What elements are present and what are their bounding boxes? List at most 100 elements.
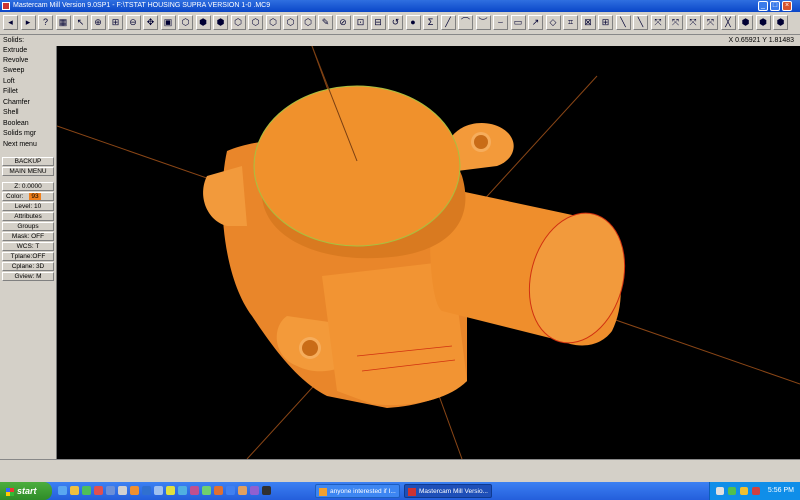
maximize-button[interactable]: □: [770, 1, 780, 11]
mask-button[interactable]: Mask: OFF: [2, 232, 54, 241]
backup-button[interactable]: BACKUP: [2, 157, 54, 166]
zoom-in-icon[interactable]: ⊕: [90, 15, 106, 30]
task-browser[interactable]: anyone interested if I...: [315, 484, 400, 498]
quicklaunch-icon[interactable]: [202, 486, 211, 495]
menu-item-fillet[interactable]: Fillet: [3, 87, 18, 97]
mirror-icon[interactable]: ⤧: [650, 15, 666, 30]
quicklaunch-icon[interactable]: [118, 486, 127, 495]
xform-icon[interactable]: ╲: [633, 15, 648, 30]
trim-icon[interactable]: ⌗: [563, 15, 578, 30]
quicklaunch-icon[interactable]: [226, 486, 235, 495]
rectangle-icon[interactable]: ▭: [510, 15, 526, 30]
back-arrow-icon[interactable]: ◂: [3, 15, 18, 30]
surface-icon[interactable]: ╳: [720, 15, 736, 30]
graphics-viewport[interactable]: [57, 46, 800, 459]
quicklaunch-icon[interactable]: [106, 486, 115, 495]
quicklaunch-icon[interactable]: [94, 486, 103, 495]
no-entry-icon[interactable]: ⊘: [335, 15, 351, 30]
repaint-icon[interactable]: ▣: [160, 15, 176, 30]
groups-button[interactable]: Groups: [2, 222, 54, 231]
menu-item-loft[interactable]: Loft: [3, 77, 15, 87]
tray-icon[interactable]: [728, 487, 736, 495]
tray-icon[interactable]: [716, 487, 724, 495]
zoom-arrow-icon[interactable]: ↖: [73, 15, 88, 30]
undo-icon[interactable]: ↺: [388, 15, 403, 30]
arrow-icon[interactable]: ↗: [528, 15, 543, 30]
calculator-icon[interactable]: ▦: [55, 15, 71, 30]
chamfer-icon[interactable]: ◇: [545, 15, 561, 30]
help-icon[interactable]: ?: [38, 15, 53, 30]
color-button[interactable]: Color: 93: [2, 192, 54, 201]
quicklaunch-icon[interactable]: [82, 486, 91, 495]
nurbs-icon[interactable]: ⤧: [703, 15, 718, 30]
quicklaunch-icon[interactable]: [262, 486, 271, 495]
view-iso-icon[interactable]: ⬡: [283, 15, 298, 30]
solid-box-icon[interactable]: ⬡: [178, 15, 193, 30]
scale-icon[interactable]: ⤧: [685, 15, 701, 30]
quicklaunch-icon[interactable]: [214, 486, 223, 495]
solid-cylinder-icon[interactable]: ⬢: [195, 15, 211, 30]
quicklaunch-icon[interactable]: [166, 486, 175, 495]
curve-icon[interactable]: ︶: [475, 15, 491, 30]
shade-icon[interactable]: ✎: [318, 15, 333, 30]
pan-icon[interactable]: ✥: [143, 15, 158, 30]
menu-item-shell[interactable]: Shell: [3, 108, 19, 118]
quicklaunch-icon[interactable]: [154, 486, 163, 495]
arc-icon[interactable]: ⌒: [458, 15, 473, 30]
command-prompt-area[interactable]: [0, 459, 800, 483]
break-icon[interactable]: ⊠: [580, 15, 596, 30]
rotate-icon[interactable]: ⤧: [668, 15, 683, 30]
quicklaunch-icon[interactable]: [70, 486, 79, 495]
view-top-icon[interactable]: ⬡: [248, 15, 263, 30]
quicklaunch-icon[interactable]: [130, 486, 139, 495]
task-label: Mastercam Mill Versio...: [419, 488, 488, 495]
zoom-out-icon[interactable]: ⊖: [125, 15, 141, 30]
start-button[interactable]: start: [0, 482, 52, 500]
view-front-icon[interactable]: ⬡: [230, 15, 246, 30]
wcs-button[interactable]: WCS: T: [2, 242, 54, 251]
task-mastercam[interactable]: Mastercam Mill Versio...: [404, 484, 492, 498]
main-menu-button[interactable]: MAIN MENU: [2, 167, 54, 176]
minimize-button[interactable]: _: [758, 1, 768, 11]
fillet-surface-icon[interactable]: ⬢: [755, 15, 771, 30]
menu-item-boolean[interactable]: Boolean: [3, 119, 29, 129]
menu-item-solids-mgr[interactable]: Solids mgr: [3, 129, 36, 139]
menu-item-extrude[interactable]: Extrude: [3, 46, 27, 56]
forward-arrow-icon[interactable]: ▸: [20, 15, 36, 30]
tplane-button[interactable]: Tplane:OFF: [2, 252, 54, 261]
tray-icon[interactable]: [752, 487, 760, 495]
quicklaunch-icon[interactable]: [178, 486, 187, 495]
extend-icon[interactable]: ⊞: [598, 15, 613, 30]
menu-item-sweep[interactable]: Sweep: [3, 66, 24, 76]
menu-item-revolve[interactable]: Revolve: [3, 56, 28, 66]
spline-icon[interactable]: ⌣: [493, 15, 508, 30]
divide-icon[interactable]: ╲: [615, 15, 631, 30]
gview-button[interactable]: Gview: M: [2, 272, 54, 281]
cplane-button[interactable]: Cplane: 3D: [2, 262, 54, 271]
quicklaunch-icon[interactable]: [190, 486, 199, 495]
solid-sphere-icon[interactable]: ⬢: [213, 15, 228, 30]
transform-icon[interactable]: ⊟: [370, 15, 386, 30]
line-icon[interactable]: ╱: [440, 15, 456, 30]
sigma-icon[interactable]: Σ: [423, 15, 438, 30]
menu-item-next-menu[interactable]: Next menu: [3, 140, 37, 150]
zoom-window-icon[interactable]: ⊞: [108, 15, 123, 30]
quicklaunch-icon[interactable]: [250, 486, 259, 495]
view-3d-icon[interactable]: ⬡: [300, 15, 316, 30]
sphere-icon[interactable]: ●: [405, 15, 421, 30]
mastercam-icon[interactable]: [2, 2, 10, 10]
taskbar: start anyone interested if I... Masterca…: [0, 482, 800, 500]
z-depth-button[interactable]: Z: 0.0000: [2, 182, 54, 191]
view-side-icon[interactable]: ⬡: [265, 15, 281, 30]
level-button[interactable]: Level: 10: [2, 202, 54, 211]
menu-item-chamfer[interactable]: Chamfer: [3, 98, 30, 108]
tray-icon[interactable]: [740, 487, 748, 495]
close-button[interactable]: ×: [782, 1, 792, 11]
attributes-button[interactable]: Attributes: [2, 212, 54, 221]
quicklaunch-icon[interactable]: [58, 486, 67, 495]
quicklaunch-icon[interactable]: [238, 486, 247, 495]
solid-shell-icon[interactable]: ⬢: [738, 15, 753, 30]
loft-icon[interactable]: ⬢: [773, 15, 788, 30]
quicklaunch-icon[interactable]: [142, 486, 151, 495]
analyze-icon[interactable]: ⊡: [353, 15, 368, 30]
